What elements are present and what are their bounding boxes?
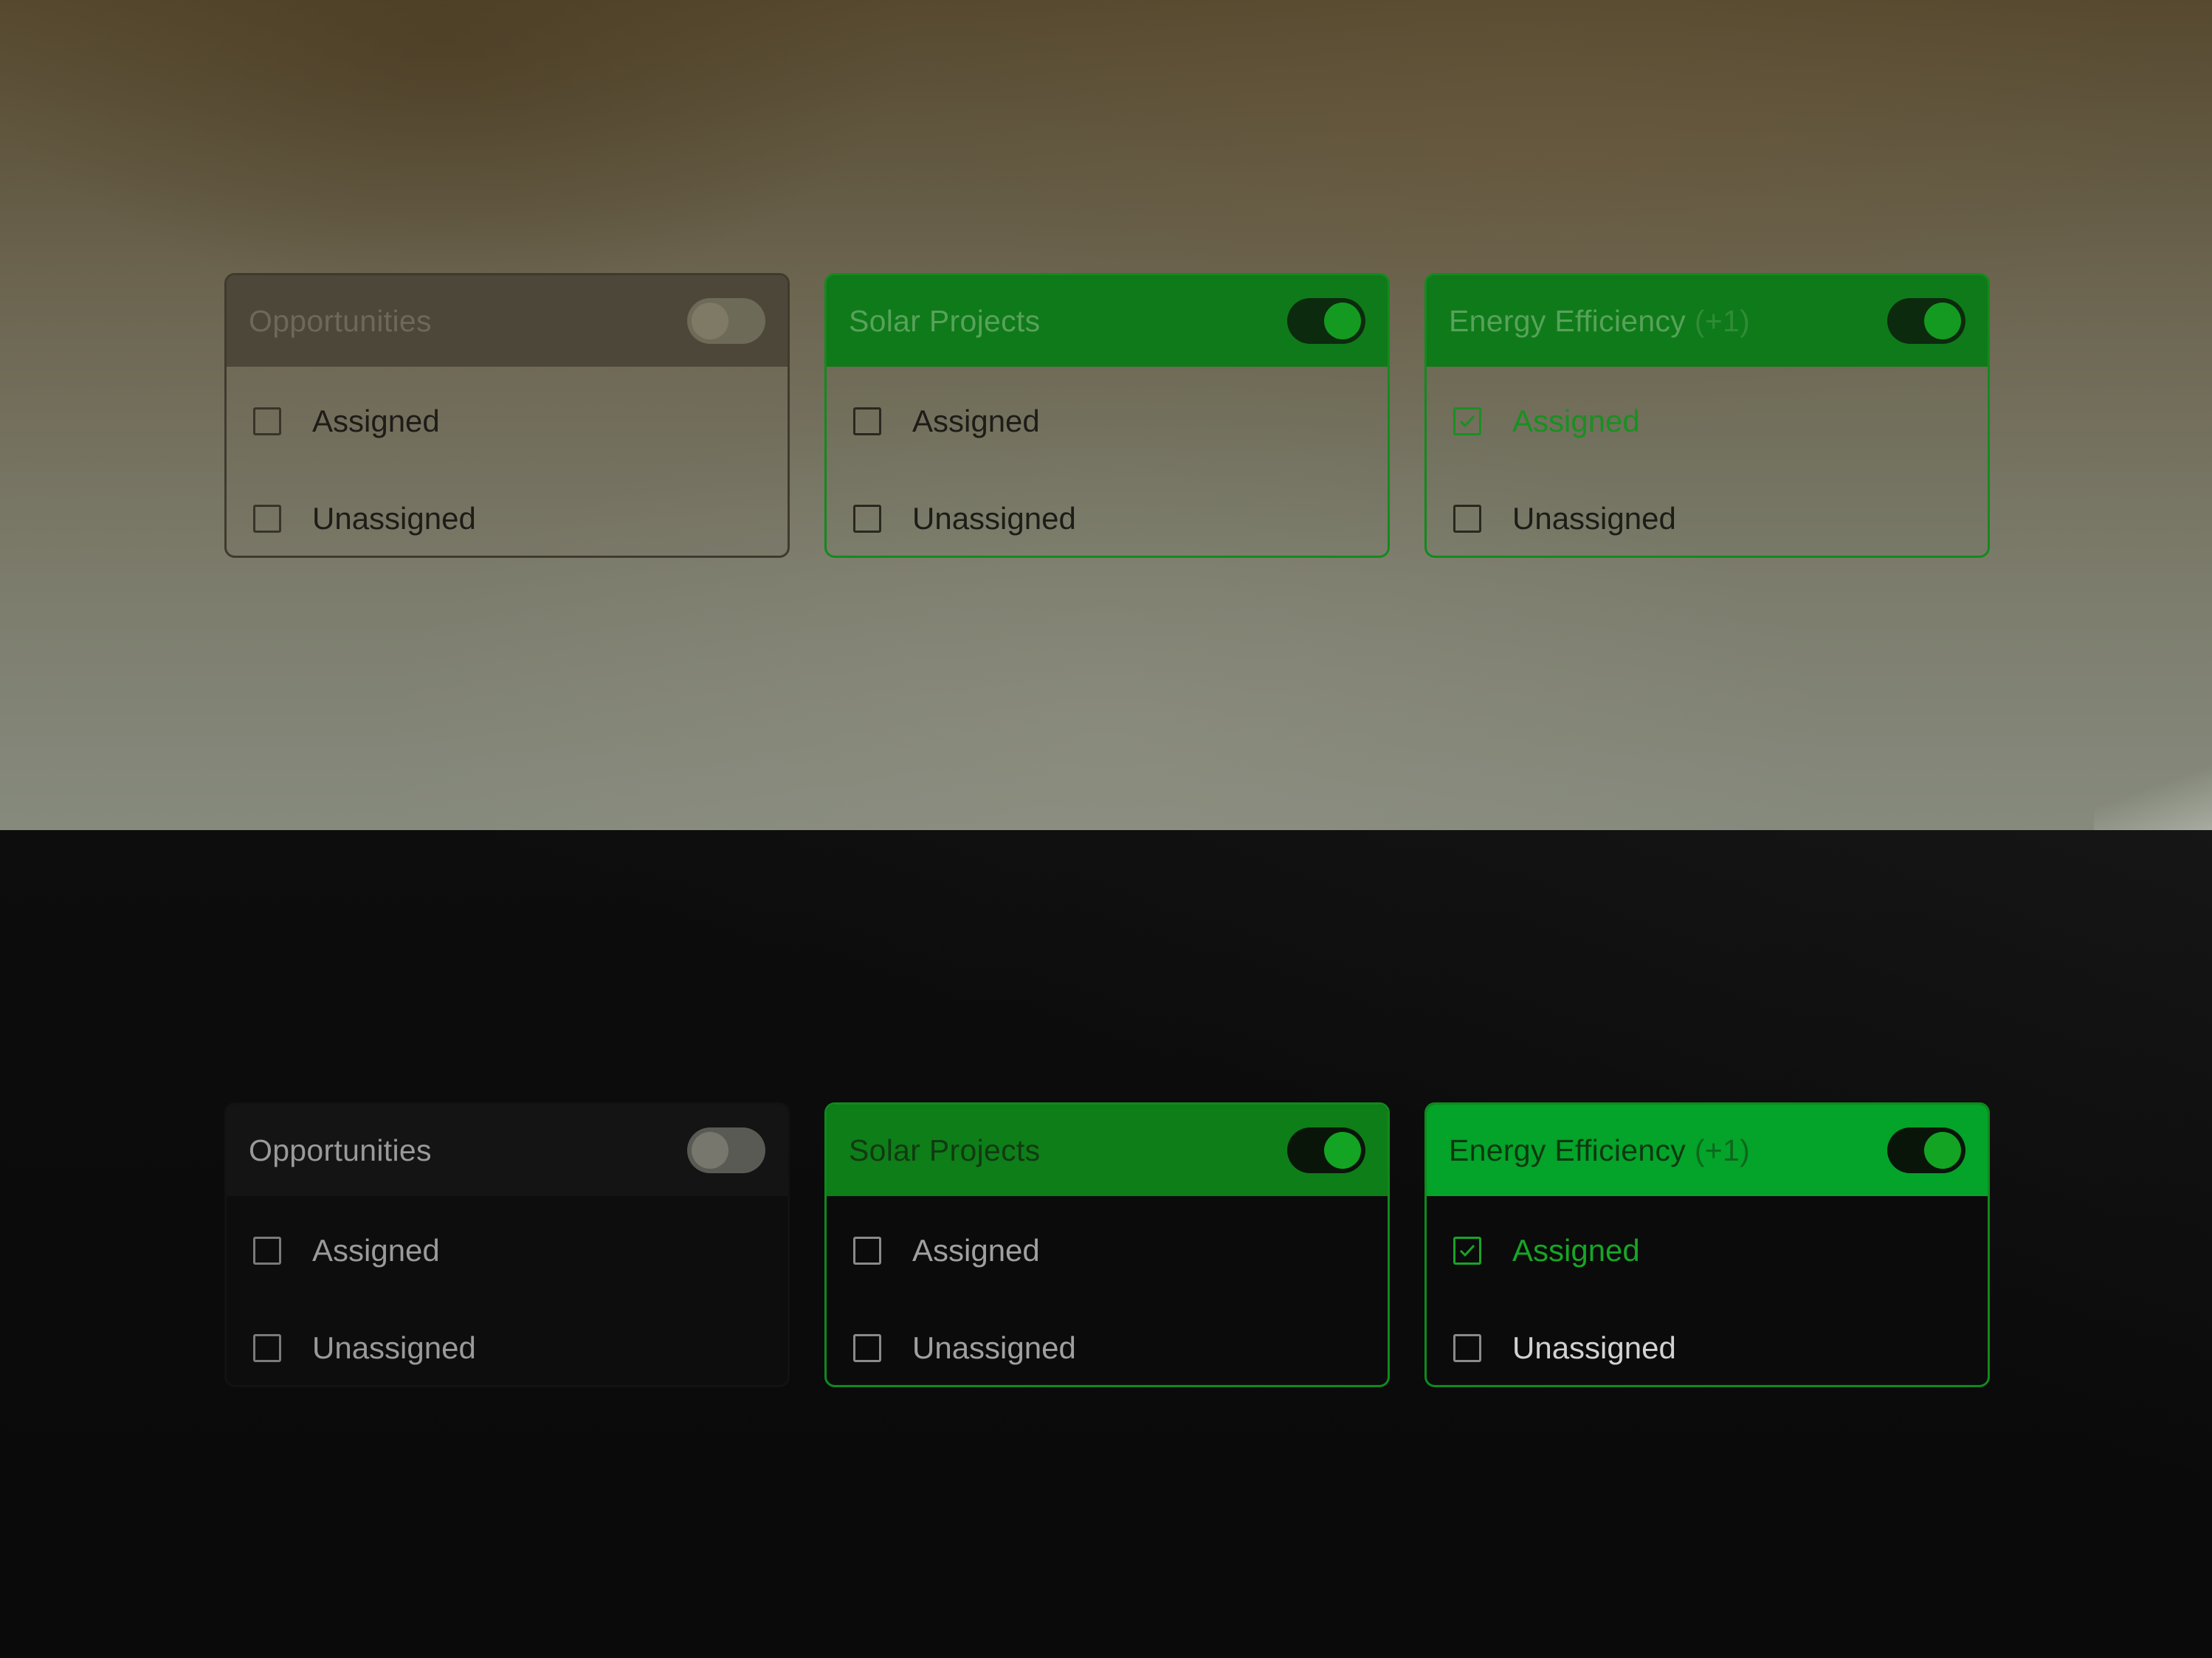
filter-option-unassigned[interactable]: Unassigned <box>827 470 1388 556</box>
checkbox[interactable] <box>853 505 881 533</box>
check-icon <box>1459 1244 1475 1257</box>
card-title: Opportunities <box>249 303 432 338</box>
filter-option-label: Assigned <box>312 404 440 438</box>
toggle-knob <box>1324 1132 1361 1169</box>
checkbox[interactable] <box>253 407 281 435</box>
card-count-badge: (+1) <box>1694 1133 1751 1167</box>
filter-option-unassigned[interactable]: Unassigned <box>1427 1299 1988 1385</box>
toggle-knob <box>1924 1132 1961 1169</box>
filter-option-assigned[interactable]: Assigned <box>1427 1202 1988 1299</box>
filter-option-unassigned[interactable]: Unassigned <box>827 1299 1388 1385</box>
checkbox[interactable] <box>1453 1334 1481 1362</box>
filter-option-assigned[interactable]: Assigned <box>227 1202 788 1299</box>
filter-card-opportunities: Opportunities Assigned Unassigned <box>224 273 790 558</box>
filter-option-label: Assigned <box>912 404 1040 438</box>
card-title: Energy Efficiency (+1) <box>1449 1133 1751 1167</box>
filter-option-label: Unassigned <box>312 1330 476 1365</box>
card-title: Solar Projects <box>849 303 1041 338</box>
card-header: Solar Projects <box>827 275 1388 367</box>
checkbox[interactable] <box>253 505 281 533</box>
toggle-knob <box>1324 303 1361 339</box>
filter-card-solar-projects: Solar Projects Assigned Unassigned <box>824 273 1390 558</box>
checkbox[interactable] <box>1453 1237 1481 1265</box>
toggle-switch[interactable] <box>1287 298 1365 344</box>
card-body: Assigned Unassigned <box>1427 367 1988 556</box>
toggle-switch[interactable] <box>1887 1127 1965 1173</box>
filter-option-assigned[interactable]: Assigned <box>1427 373 1988 470</box>
card-header: Opportunities <box>227 275 788 367</box>
toggle-switch[interactable] <box>687 1127 765 1173</box>
filter-option-label: Assigned <box>912 1233 1040 1268</box>
card-body: Assigned Unassigned <box>227 1196 788 1385</box>
filter-option-label: Assigned <box>1512 1233 1640 1268</box>
card-body: Assigned Unassigned <box>1427 1196 1988 1385</box>
checkbox[interactable] <box>853 1334 881 1362</box>
checkbox[interactable] <box>1453 407 1481 435</box>
filter-option-label: Unassigned <box>312 501 476 536</box>
card-count-badge: (+1) <box>1694 303 1751 338</box>
card-header: Energy Efficiency (+1) <box>1427 275 1988 367</box>
card-header: Opportunities <box>227 1105 788 1196</box>
filter-option-label: Unassigned <box>1512 1330 1676 1365</box>
toggle-switch[interactable] <box>1287 1127 1365 1173</box>
filter-card-energy-efficiency: Energy Efficiency (+1) Assigned Unassign… <box>1424 1102 1990 1387</box>
toggle-knob <box>692 303 728 339</box>
dark-theme-section: Opportunities Assigned Unassigned Solar … <box>0 830 2212 1658</box>
filter-option-label: Unassigned <box>912 501 1076 536</box>
card-body: Assigned Unassigned <box>827 1196 1388 1385</box>
toggle-switch[interactable] <box>1887 298 1965 344</box>
filter-card-solar-projects: Solar Projects Assigned Unassigned <box>824 1102 1390 1387</box>
toggle-knob <box>1924 303 1961 339</box>
toggle-switch[interactable] <box>687 298 765 344</box>
filter-option-unassigned[interactable]: Unassigned <box>227 1299 788 1385</box>
card-body: Assigned Unassigned <box>227 367 788 556</box>
light-theme-section: Opportunities Assigned Unassigned Solar … <box>0 0 2212 830</box>
filter-option-label: Assigned <box>1512 404 1640 438</box>
card-header: Energy Efficiency (+1) <box>1427 1105 1988 1196</box>
checkbox[interactable] <box>853 1237 881 1265</box>
card-body: Assigned Unassigned <box>827 367 1388 556</box>
filter-option-assigned[interactable]: Assigned <box>827 373 1388 470</box>
filter-option-label: Unassigned <box>1512 501 1676 536</box>
filter-card-opportunities: Opportunities Assigned Unassigned <box>224 1102 790 1387</box>
filter-option-assigned[interactable]: Assigned <box>827 1202 1388 1299</box>
checkbox[interactable] <box>253 1334 281 1362</box>
filter-option-label: Assigned <box>312 1233 440 1268</box>
checkbox[interactable] <box>853 407 881 435</box>
checkbox[interactable] <box>1453 505 1481 533</box>
card-header: Solar Projects <box>827 1105 1388 1196</box>
filter-option-unassigned[interactable]: Unassigned <box>227 470 788 556</box>
toggle-knob <box>692 1132 728 1169</box>
check-icon <box>1459 415 1475 428</box>
filter-card-energy-efficiency: Energy Efficiency (+1) Assigned Unassign… <box>1424 273 1990 558</box>
card-title: Opportunities <box>249 1133 432 1167</box>
filter-option-assigned[interactable]: Assigned <box>227 373 788 470</box>
checkbox[interactable] <box>253 1237 281 1265</box>
card-title: Energy Efficiency (+1) <box>1449 303 1751 338</box>
card-title: Solar Projects <box>849 1133 1041 1167</box>
filter-option-unassigned[interactable]: Unassigned <box>1427 470 1988 556</box>
filter-option-label: Unassigned <box>912 1330 1076 1365</box>
